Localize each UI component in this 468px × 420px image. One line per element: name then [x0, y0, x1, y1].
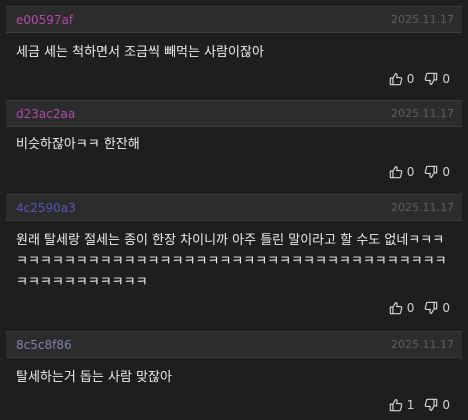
like-button[interactable]: 1 — [389, 398, 415, 412]
like-count: 0 — [406, 165, 415, 179]
comment-header: 8c5c8f86 2025.11.17 — [6, 331, 462, 358]
comment-item: e00597af 2025.11.17 세금 세는 척하면서 조금씩 빼먹는 사… — [6, 6, 462, 94]
comment-actions: 1 0 — [389, 396, 450, 414]
thumbs-down-icon — [424, 301, 438, 315]
thumbs-up-icon — [389, 301, 403, 315]
like-count: 1 — [406, 398, 415, 412]
comment-text: 탈세하는거 돕는 사람 맞잖아 — [16, 370, 172, 385]
like-count: 0 — [406, 72, 415, 86]
comment-header: d23ac2aa 2025.11.17 — [6, 100, 462, 127]
comment-header: 4c2590a3 2025.11.17 — [6, 194, 462, 221]
comment-date: 2025.11.17 — [391, 338, 454, 351]
dislike-button[interactable]: 0 — [424, 72, 450, 86]
comment-actions: 0 0 — [389, 299, 450, 317]
comment-date: 2025.11.17 — [391, 201, 454, 214]
comment-date: 2025.11.17 — [391, 107, 454, 120]
thumbs-up-icon — [389, 72, 403, 86]
thumbs-down-icon — [424, 72, 438, 86]
dislike-button[interactable]: 0 — [424, 301, 450, 315]
comment-author[interactable]: d23ac2aa — [16, 106, 75, 122]
comment-author[interactable]: 8c5c8f86 — [16, 337, 72, 353]
dislike-button[interactable]: 0 — [424, 398, 450, 412]
thumbs-up-icon — [389, 398, 403, 412]
comment-item: 8c5c8f86 2025.11.17 탈세하는거 돕는 사람 맞잖아 1 0 — [6, 331, 462, 420]
thumbs-down-icon — [424, 165, 438, 179]
dislike-button[interactable]: 0 — [424, 165, 450, 179]
like-button[interactable]: 0 — [389, 165, 415, 179]
comment-header: e00597af 2025.11.17 — [6, 6, 462, 33]
thumbs-up-icon — [389, 165, 403, 179]
comment-text: 비슷하잖아ㅋㅋ 한잔해 — [16, 137, 140, 152]
comment-text: 세금 세는 척하면서 조금씩 빼먹는 사람이잖아 — [16, 45, 264, 60]
dislike-count: 0 — [442, 72, 450, 86]
comment-item: d23ac2aa 2025.11.17 비슷하잖아ㅋㅋ 한잔해 0 0 — [6, 100, 462, 188]
comment-text: 원래 탈세랑 절세는 종이 한장 차이니까 아주 틀린 말이라고 할 수도 없네… — [16, 233, 447, 290]
like-button[interactable]: 0 — [389, 301, 415, 315]
comment-actions: 0 0 — [389, 70, 450, 88]
like-count: 0 — [406, 301, 415, 315]
like-button[interactable]: 0 — [389, 72, 415, 86]
comment-item: 4c2590a3 2025.11.17 원래 탈세랑 절세는 종이 한장 차이니… — [6, 194, 462, 324]
comment-date: 2025.11.17 — [391, 13, 454, 26]
comment-author[interactable]: e00597af — [16, 12, 73, 28]
dislike-count: 0 — [442, 301, 450, 315]
dislike-count: 0 — [442, 398, 450, 412]
comment-author[interactable]: 4c2590a3 — [16, 200, 76, 216]
thumbs-down-icon — [424, 398, 438, 412]
comment-actions: 0 0 — [389, 163, 450, 181]
dislike-count: 0 — [442, 165, 450, 179]
comment-list: e00597af 2025.11.17 세금 세는 척하면서 조금씩 빼먹는 사… — [0, 0, 468, 420]
